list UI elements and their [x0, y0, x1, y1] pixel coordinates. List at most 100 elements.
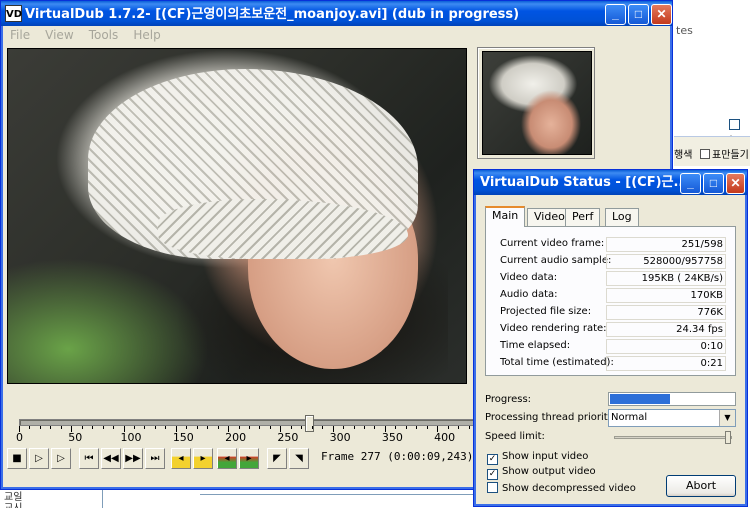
scene-forward-icon[interactable]: ▸	[239, 448, 259, 469]
checkbox-box[interactable]	[487, 482, 498, 493]
speed-limit-label: Speed limit:	[485, 431, 545, 442]
timeline-tick	[259, 426, 261, 429]
next-keyframe-icon[interactable]: ▸	[193, 448, 213, 469]
minimize-button[interactable]: _	[605, 4, 626, 25]
stat-row-total-time: Total time (estimated): 0:21	[500, 356, 726, 371]
virtualdub-app-icon[interactable]: VD	[5, 5, 22, 22]
timeline-tick	[29, 426, 31, 429]
timeline-ticks	[19, 426, 480, 432]
timeline-tick-label: 400	[434, 431, 456, 444]
timeline-tick	[207, 426, 209, 429]
stat-value: 0:10	[606, 339, 726, 354]
maximize-button[interactable]: □	[628, 4, 649, 25]
play-input-icon[interactable]: ▷	[29, 448, 49, 469]
timeline-tick	[269, 426, 271, 429]
background-strip-right-wrap[interactable]: 표만들기	[700, 146, 749, 161]
stat-label: Video rendering rate:	[500, 323, 607, 334]
menu-view[interactable]: View	[39, 26, 79, 44]
background-divider-h	[200, 494, 474, 495]
abort-button[interactable]: Abort	[666, 475, 736, 497]
mark-in-icon[interactable]: ◤	[267, 448, 287, 469]
main-window-title: VirtualDub 1.7.2- [(CF)근영이의초보운전_moanjoy.…	[25, 7, 520, 22]
timeline-tick	[301, 426, 303, 429]
prev-keyframe-icon[interactable]: ◂	[171, 448, 191, 469]
stat-label: Current audio sample:	[500, 255, 612, 266]
stop-icon[interactable]: ■	[7, 448, 27, 469]
timeline-tick	[81, 426, 83, 429]
timeline-tick	[458, 426, 460, 429]
checkbox-box[interactable]: ✓	[487, 454, 498, 465]
timeline-tick	[447, 426, 449, 429]
timeline-tick-label: 350	[381, 431, 403, 444]
status-minimize-button[interactable]: _	[680, 173, 701, 194]
checkbox-label: Show decompressed video	[502, 483, 636, 494]
mark-out-icon[interactable]: ◥	[289, 448, 309, 469]
scene-back-icon[interactable]: ◂	[217, 448, 237, 469]
menu-bar: File View Tools Help	[4, 26, 669, 44]
stat-label: Current video frame:	[500, 238, 605, 249]
timeline-tick	[353, 426, 355, 429]
timeline-tick	[374, 426, 376, 429]
stat-value: 776K	[606, 305, 726, 320]
go-end-icon[interactable]: ⏭	[145, 448, 165, 469]
timeline-tick-label: 0	[16, 431, 23, 444]
status-titlebar[interactable]: VirtualDub Status - [(CF)근... _ □ ✕	[474, 170, 747, 195]
timeline-tick-label: 250	[277, 431, 299, 444]
virtualdub-status-dialog: VirtualDub Status - [(CF)근... _ □ ✕ Main…	[473, 169, 748, 507]
timeline-tick-label: 200	[225, 431, 247, 444]
stat-row-render-rate: Video rendering rate: 24.34 fps	[500, 322, 726, 337]
timeline-tick-label: 100	[120, 431, 142, 444]
timeline-tick	[364, 426, 365, 429]
show-output-video-checkbox[interactable]: ✓ Show output video	[487, 466, 596, 480]
progress-bar	[608, 392, 736, 406]
stat-value: 528000/957758	[606, 254, 726, 269]
tab-log[interactable]: Log	[605, 208, 639, 226]
speed-limit-track[interactable]	[614, 436, 732, 439]
step-back-icon[interactable]: ◀◀	[101, 448, 121, 469]
menu-tools[interactable]: Tools	[83, 26, 125, 44]
stat-value: 251/598	[606, 237, 726, 252]
timeline-tick	[165, 426, 167, 429]
timeline-tick	[92, 426, 94, 429]
tab-main[interactable]: Main	[485, 206, 526, 227]
stat-value: 0:21	[606, 356, 726, 371]
checkbox-box[interactable]: ✓	[487, 469, 498, 480]
timeline-tick	[238, 426, 240, 429]
tab-perf[interactable]: Perf	[565, 208, 601, 226]
output-video-frame	[477, 47, 595, 159]
stat-row-audio-data: Audio data: 170KB	[500, 288, 726, 303]
menu-file[interactable]: File	[4, 26, 36, 44]
close-button[interactable]: ✕	[651, 4, 672, 25]
speed-limit-thumb[interactable]	[725, 431, 731, 444]
priority-value: Normal	[611, 412, 648, 423]
main-titlebar[interactable]: VD VirtualDub 1.7.2- [(CF)근영이의초보운전_moanj…	[1, 1, 672, 26]
timeline-tick	[60, 426, 62, 429]
status-close-button[interactable]: ✕	[726, 173, 745, 194]
step-forward-icon[interactable]: ▶▶	[123, 448, 143, 469]
priority-select[interactable]: Normal ▼	[608, 409, 736, 427]
timeline-tick	[290, 426, 292, 429]
stat-label: Time elapsed:	[500, 340, 571, 351]
timeline-tick	[343, 426, 345, 429]
play-output-icon[interactable]: ▷	[51, 448, 71, 469]
timeline-tick	[426, 426, 428, 429]
timeline-track[interactable]	[19, 419, 479, 426]
stat-row-video-frame: Current video frame: 251/598	[500, 237, 726, 252]
show-decompressed-video-checkbox[interactable]: Show decompressed video	[487, 482, 636, 496]
show-input-video-checkbox[interactable]: ✓ Show input video	[487, 451, 588, 465]
timeline-tick	[39, 426, 41, 429]
background-strip-right: 표만들기	[712, 150, 749, 161]
timeline-tick	[217, 426, 219, 429]
timeline-tick	[50, 426, 52, 429]
background-bottom-area: 교일 교시	[0, 488, 474, 508]
timeline-tick	[134, 426, 135, 429]
stat-label: Total time (estimated):	[500, 357, 614, 368]
menu-help[interactable]: Help	[127, 26, 166, 44]
chevron-down-icon[interactable]: ▼	[719, 410, 735, 426]
status-maximize-button[interactable]: □	[703, 173, 724, 194]
stat-value: 195KB ( 24KB/s)	[606, 271, 726, 286]
progress-fill	[610, 394, 670, 404]
go-start-icon[interactable]: ⏮	[79, 448, 99, 469]
stat-row-time-elapsed: Time elapsed: 0:10	[500, 339, 726, 354]
timeline-tick	[144, 426, 146, 429]
